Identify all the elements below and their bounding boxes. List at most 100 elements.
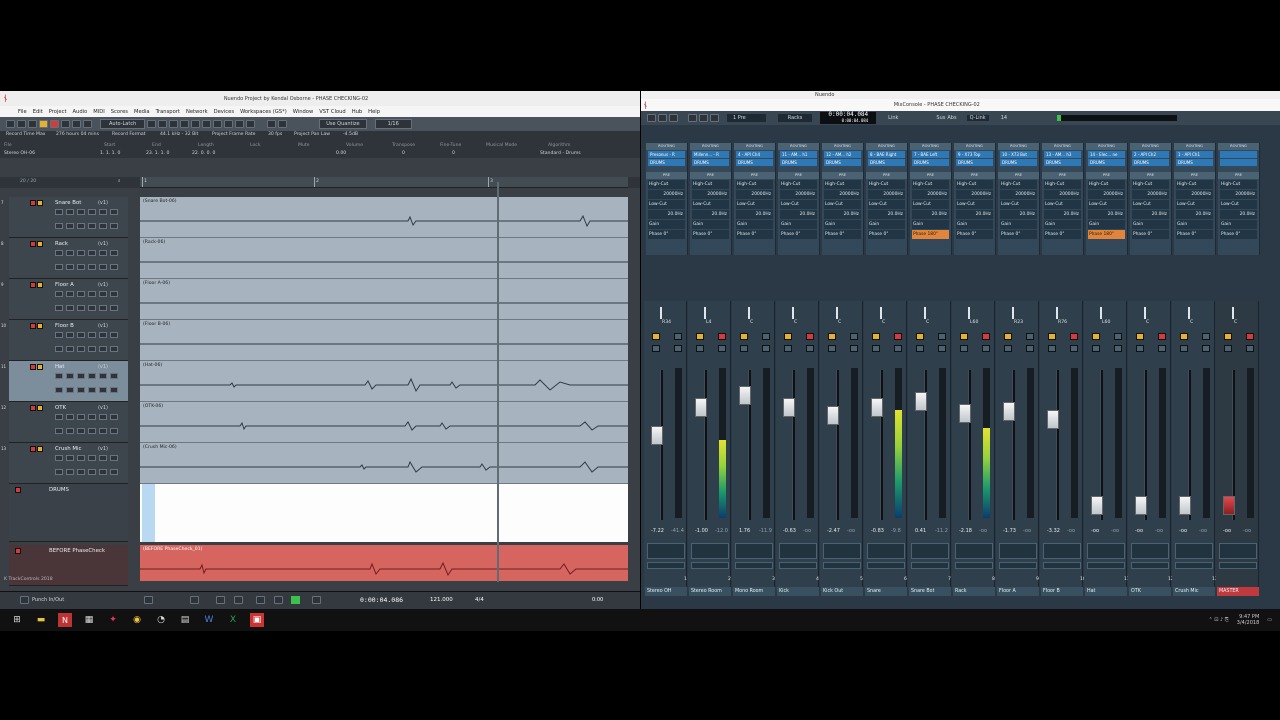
edit-button[interactable]: [1070, 345, 1078, 352]
notification-icon[interactable]: ▭: [1267, 617, 1272, 623]
erase-tool-icon[interactable]: [191, 120, 201, 128]
fader-handle[interactable]: [959, 404, 971, 423]
fader-handle[interactable]: [783, 398, 795, 417]
channel-buttons[interactable]: [823, 562, 861, 569]
gain-control[interactable]: Gain: [912, 220, 949, 229]
channel-buttons[interactable]: [999, 543, 1037, 559]
high-cut-value[interactable]: 20000Hz: [824, 190, 861, 199]
channel-name[interactable]: Kick Out: [821, 587, 863, 596]
track-control-button[interactable]: [55, 428, 63, 434]
phase-toggle[interactable]: Phase 0°: [736, 230, 773, 239]
tray-icons[interactable]: ⌃ ⊡ ♪ ⎘: [1208, 617, 1228, 623]
channel-name[interactable]: Snare: [865, 587, 907, 596]
low-cut-value[interactable]: 20.0Hz: [1132, 210, 1169, 219]
fader-track[interactable]: [704, 370, 707, 520]
track-control-button[interactable]: [99, 332, 107, 338]
algorithm-value[interactable]: Standard - Drums: [540, 151, 581, 156]
low-cut-filter[interactable]: Low-Cut: [1176, 200, 1213, 209]
fader-value[interactable]: -0.83: [871, 528, 884, 534]
listen-button[interactable]: [1048, 345, 1056, 352]
automation-mode-select[interactable]: Auto-Latch: [100, 119, 146, 129]
track-control-button[interactable]: [55, 291, 63, 297]
mute-button[interactable]: [828, 333, 836, 340]
track-control-button[interactable]: [99, 373, 107, 379]
input-routing-slot[interactable]: 12 - AM... h2: [824, 151, 861, 158]
phase-toggle[interactable]: Phase 180°: [912, 230, 949, 239]
track-control-button[interactable]: [110, 346, 118, 352]
output-routing-slot[interactable]: DRUMS: [692, 159, 729, 166]
channel-name[interactable]: Floor B: [1041, 587, 1083, 596]
page-number[interactable]: 14: [1001, 115, 1007, 121]
solo-button[interactable]: [674, 333, 682, 340]
punch-in-out-label[interactable]: Punch In/Out: [32, 597, 64, 603]
audio-event[interactable]: (Crush Mic-06): [140, 443, 628, 484]
toolbar-button[interactable]: [658, 114, 667, 122]
solo-button[interactable]: [1026, 333, 1034, 340]
transport-time-display[interactable]: 0:00:04.086: [360, 596, 403, 604]
track-control-button[interactable]: [66, 223, 74, 229]
low-cut-value[interactable]: 20.0Hz: [1220, 210, 1257, 219]
high-cut-value[interactable]: 20000Hz: [648, 190, 685, 199]
high-cut-value[interactable]: 20000Hz: [1176, 190, 1213, 199]
track-control-button[interactable]: [66, 250, 74, 256]
channel-name[interactable]: Snare Bot: [909, 587, 951, 596]
audio-event[interactable]: (Rack-06): [140, 238, 628, 279]
toolbar-button[interactable]: [17, 120, 26, 128]
transpose-value[interactable]: 0: [402, 151, 405, 156]
track-control-button[interactable]: [66, 414, 74, 420]
time-signature-display[interactable]: 4/4: [475, 597, 484, 603]
track-control-button[interactable]: [66, 291, 74, 297]
channel-buttons[interactable]: [1087, 543, 1125, 559]
track-control-button[interactable]: [77, 469, 85, 475]
group-track-drums[interactable]: DRUMS: [9, 484, 128, 542]
low-cut-value[interactable]: 20.0Hz: [736, 210, 773, 219]
mute-button[interactable]: [652, 333, 660, 340]
edit-button[interactable]: [1158, 345, 1166, 352]
mute-button[interactable]: [1136, 333, 1144, 340]
record-enable-icon[interactable]: [30, 364, 36, 370]
fader-value[interactable]: -0.63: [783, 528, 796, 534]
track-control-button[interactable]: [88, 209, 96, 215]
console-time-display[interactable]: 0:00:04.084 0:00:04.084: [820, 112, 877, 124]
gain-control[interactable]: Gain: [1000, 220, 1037, 229]
gain-control[interactable]: Gain: [1132, 220, 1169, 229]
fader-handle[interactable]: [1179, 496, 1191, 515]
file-value[interactable]: Stereo OH-06: [4, 151, 35, 156]
menu-devices[interactable]: Devices: [214, 109, 234, 115]
fader-track[interactable]: [660, 370, 663, 520]
phase-toggle[interactable]: Phase 0°: [780, 230, 817, 239]
track-header[interactable]: 12 OTK (v1): [1, 402, 128, 443]
record-enable-icon[interactable]: [30, 241, 36, 247]
fader-handle[interactable]: [827, 406, 839, 425]
input-routing-slot[interactable]: 4 - API Ch4: [736, 151, 773, 158]
high-cut-value[interactable]: 20000Hz: [868, 190, 905, 199]
phase-toggle[interactable]: Phase 0°: [648, 230, 685, 239]
grid-select[interactable]: 1/16: [374, 119, 412, 129]
listen-button[interactable]: [1136, 345, 1144, 352]
mute-icon[interactable]: [37, 323, 43, 329]
track-control-button[interactable]: [55, 373, 63, 379]
mute-button[interactable]: [1004, 333, 1012, 340]
solo-button[interactable]: [762, 333, 770, 340]
high-cut-filter[interactable]: High-Cut: [868, 180, 905, 189]
gain-control[interactable]: Gain: [1044, 220, 1081, 229]
listen-button[interactable]: [828, 345, 836, 352]
listen-button[interactable]: [960, 345, 968, 352]
rewind-button[interactable]: [216, 596, 225, 604]
channel-buttons[interactable]: [1175, 562, 1213, 569]
high-cut-value[interactable]: 20000Hz: [1132, 190, 1169, 199]
menu-midi[interactable]: MIDI: [93, 109, 105, 115]
clock[interactable]: 9:47 PM 3/4/2018: [1237, 614, 1259, 626]
app-icon[interactable]: ✦: [106, 613, 120, 627]
input-routing-slot[interactable]: 1 - API Ch1: [1176, 151, 1213, 158]
play-tool-icon[interactable]: [246, 120, 256, 128]
fader-track[interactable]: [880, 370, 883, 520]
high-cut-value[interactable]: 20000Hz: [912, 190, 949, 199]
solo-button[interactable]: [1246, 333, 1254, 340]
undo-icon[interactable]: [688, 114, 697, 122]
track-header[interactable]: 11 Hat (v1): [1, 361, 128, 402]
track-control-button[interactable]: [110, 455, 118, 461]
gain-control[interactable]: Gain: [736, 220, 773, 229]
pan-knob[interactable]: [924, 307, 926, 319]
fader-handle[interactable]: [695, 398, 707, 417]
